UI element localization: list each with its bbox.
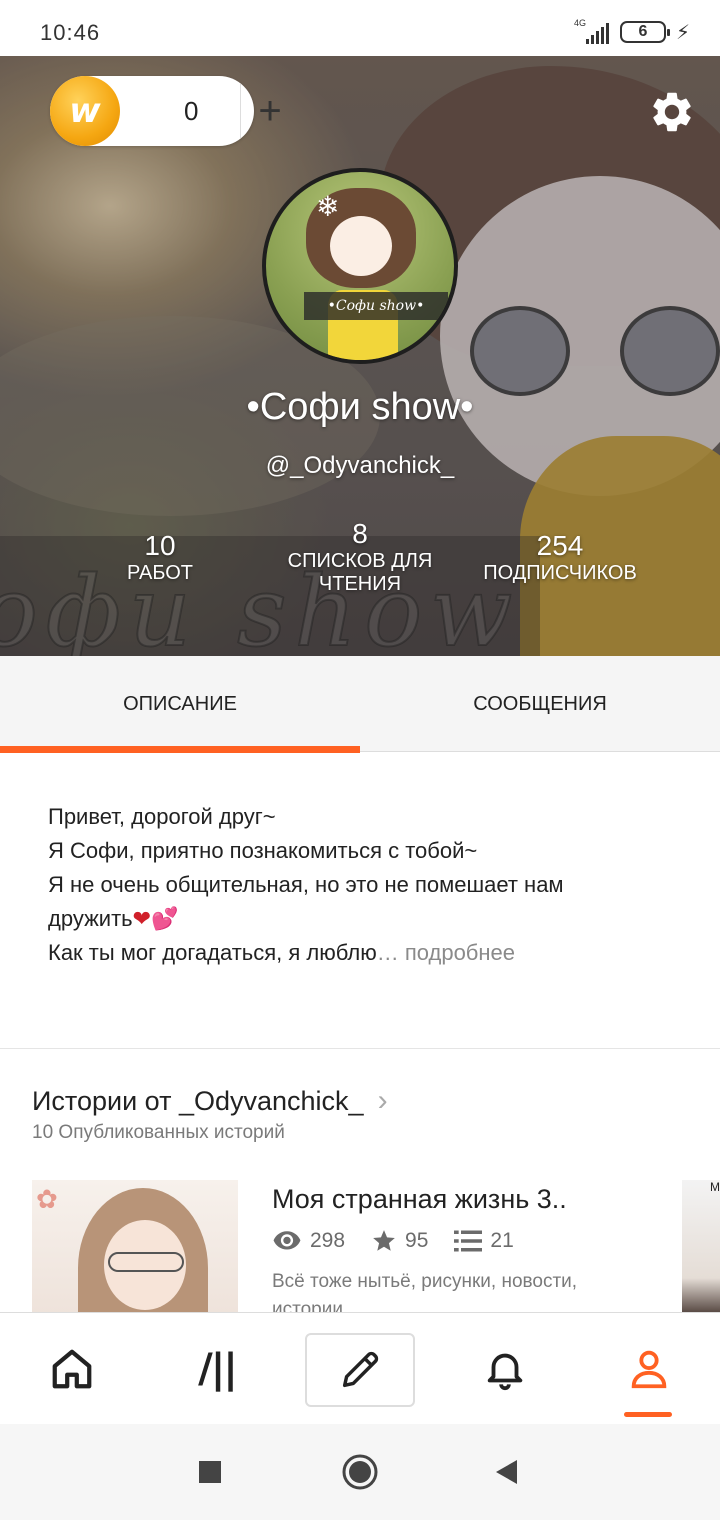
chevron-right-icon: › bbox=[377, 1084, 388, 1117]
system-navigation bbox=[0, 1424, 720, 1520]
battery-icon: 6 bbox=[619, 21, 670, 43]
profile-icon bbox=[631, 1350, 667, 1389]
read-more-link[interactable]: … подробнее bbox=[377, 940, 515, 965]
coin-icon: w bbox=[50, 76, 120, 146]
stories-title: Истории от _Odyvanchick_ bbox=[32, 1085, 364, 1116]
stat-followers-label: ПОДПИСЧИКОВ bbox=[483, 562, 637, 584]
avatar-face bbox=[330, 216, 392, 276]
coin-count: 0 bbox=[184, 96, 199, 126]
square-icon bbox=[199, 1461, 221, 1483]
username: @_Odyvanchick_ bbox=[265, 452, 455, 479]
nav-write[interactable] bbox=[305, 1333, 415, 1407]
description-line: Привет, дорогой друг~ bbox=[48, 804, 276, 829]
list-icon bbox=[454, 1229, 483, 1253]
snowflake-icon: ❄ bbox=[316, 191, 340, 222]
profile-header: офи show w 0 + ❄ •Софи show• •Софи show•… bbox=[0, 56, 720, 656]
eye-icon bbox=[272, 1230, 302, 1252]
story-stats: 298 95 21 bbox=[272, 1228, 540, 1254]
description-line: Я не очень общительная, но это не помеша… bbox=[48, 872, 564, 897]
tab-description[interactable]: ОПИСАНИЕ bbox=[0, 656, 360, 753]
stat-works-label: РАБОТ bbox=[126, 562, 193, 584]
circle-icon bbox=[342, 1454, 378, 1490]
next-story-label: M bbox=[710, 1180, 720, 1194]
nav-profile[interactable] bbox=[594, 1313, 704, 1425]
charging-icon: ⚡ bbox=[675, 21, 690, 44]
bell-icon bbox=[487, 1353, 523, 1391]
story-cover[interactable]: ✿ bbox=[32, 1180, 238, 1320]
stat-reading-lists-label: СПИСКОВ ДЛЯ ЧТЕНИЯ bbox=[287, 550, 433, 595]
stat-reading-lists-value: 8 bbox=[352, 518, 368, 549]
stat-works-value: 10 bbox=[144, 530, 176, 561]
bottom-navigation: /|| bbox=[0, 1312, 720, 1424]
star-icon bbox=[371, 1228, 397, 1254]
battery-level: 6 bbox=[638, 23, 648, 40]
next-story-cover[interactable]: M bbox=[682, 1180, 720, 1320]
home-icon bbox=[52, 1349, 92, 1389]
stat-followers-value: 254 bbox=[536, 530, 584, 561]
active-tab-indicator bbox=[624, 1412, 672, 1417]
story-views: 298 bbox=[310, 1229, 346, 1252]
description-text: Как ты мог догадаться, я люблю bbox=[48, 940, 377, 965]
profile-avatar[interactable]: ❄ •Софи show• bbox=[262, 168, 458, 364]
signal-icon: 4G bbox=[574, 18, 610, 46]
stories-subtitle: 10 Опубликованных историй bbox=[32, 1122, 285, 1143]
stories-header[interactable]: Истории от _Odyvanchick_ › bbox=[32, 1084, 388, 1118]
back-button[interactable] bbox=[466, 1424, 546, 1520]
section-divider bbox=[0, 1048, 720, 1049]
stat-reading-lists[interactable]: 8 СПИСКОВ ДЛЯ ЧТЕНИЯ bbox=[270, 518, 450, 596]
stat-works[interactable]: 10 РАБОТ bbox=[100, 530, 220, 585]
story-title[interactable]: Моя странная жизнь 3.. bbox=[272, 1184, 567, 1215]
story-parts: 21 bbox=[490, 1229, 514, 1252]
nav-home[interactable] bbox=[17, 1313, 127, 1425]
system-home-button[interactable] bbox=[320, 1424, 400, 1520]
description-line: дружить❤💕 bbox=[48, 902, 678, 936]
status-bar: 10:46 4G 6 ⚡ bbox=[0, 0, 720, 56]
coin-symbol: w bbox=[69, 91, 101, 131]
library-icon: /|| bbox=[198, 1346, 238, 1392]
status-time: 10:46 bbox=[40, 20, 101, 45]
flower-icon: ✿ bbox=[36, 1184, 58, 1214]
nav-notifications[interactable] bbox=[450, 1313, 560, 1425]
description-line: Я Софи, приятно познакомиться с тобой~ bbox=[48, 838, 478, 863]
display-name: •Софи show• bbox=[246, 386, 474, 428]
two-hearts-emoji: 💕 bbox=[151, 906, 179, 931]
status-icons: 4G 6 ⚡ bbox=[574, 18, 690, 46]
cover-glasses bbox=[108, 1252, 184, 1272]
red-heart-emoji: ❤ bbox=[132, 906, 152, 931]
network-type: 4G bbox=[573, 18, 586, 28]
nav-library[interactable]: /|| bbox=[162, 1313, 272, 1425]
story-votes: 95 bbox=[405, 1229, 429, 1252]
description-line: Как ты мог догадаться, я люблю… подробне… bbox=[48, 936, 678, 970]
profile-description: Привет, дорогой друг~ Я Софи, приятно по… bbox=[48, 800, 678, 970]
settings-gear-icon[interactable] bbox=[648, 88, 696, 136]
profile-tabs: ОПИСАНИЕ СООБЩЕНИЯ bbox=[0, 656, 720, 753]
tab-messages[interactable]: СООБЩЕНИЯ bbox=[360, 656, 720, 752]
description-text: дружить bbox=[48, 906, 133, 931]
pencil-icon bbox=[342, 1351, 379, 1388]
avatar-label: •Софи show• bbox=[304, 292, 448, 320]
coin-divider bbox=[240, 84, 241, 138]
recents-button[interactable] bbox=[170, 1424, 250, 1520]
coin-balance[interactable]: w 0 + bbox=[50, 76, 282, 146]
back-triangle-icon bbox=[496, 1460, 517, 1484]
add-coins-button[interactable]: + bbox=[242, 82, 298, 140]
stat-followers[interactable]: 254 ПОДПИСЧИКОВ bbox=[470, 530, 650, 585]
